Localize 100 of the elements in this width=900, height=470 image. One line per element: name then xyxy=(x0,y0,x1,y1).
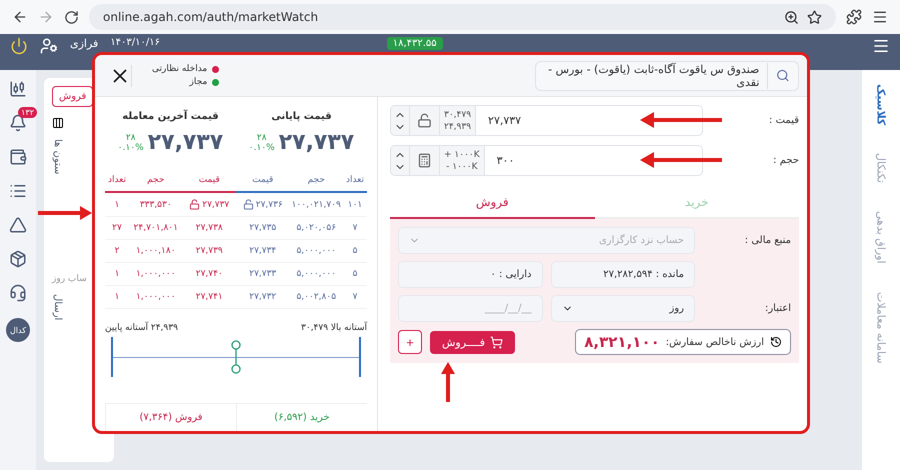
funding-label: منبع مالی : xyxy=(744,235,791,246)
day-label: ساب روز xyxy=(52,274,87,284)
columns-icon[interactable] xyxy=(52,117,64,129)
table-cell: ۱,۰۰۰,۰۰۰ xyxy=(129,263,182,286)
table-cell: ۲۴,۷۰۱,۸۰۱ xyxy=(129,217,182,240)
reload-icon[interactable] xyxy=(64,10,79,24)
candlestick-chart-icon[interactable] xyxy=(9,80,27,98)
columns-label[interactable]: ستون ها xyxy=(52,139,63,174)
list-icon[interactable] xyxy=(9,182,27,200)
menu-icon[interactable] xyxy=(872,37,890,55)
bookmark-star-icon[interactable] xyxy=(807,10,822,24)
table-cell: ۵ xyxy=(343,263,367,286)
remaining-field: مانده : ۲۷,۲۸۲,۵۹۴ xyxy=(550,261,695,288)
unlock-icon xyxy=(189,199,200,210)
change-percent: ۰.۱۰% xyxy=(248,142,275,152)
table-cell: ۵ xyxy=(343,240,367,263)
menu-icon[interactable] xyxy=(872,9,888,25)
table-cell: ۱ xyxy=(105,193,129,217)
table-cell: ۵,۰۰۰,۰۰۰ xyxy=(290,240,343,263)
annotation-arrow xyxy=(441,362,455,402)
box-icon[interactable] xyxy=(9,250,27,268)
lower-limit: ۲۴,۹۳۹ xyxy=(444,122,472,132)
notification-badge: ۱۳۲ xyxy=(18,107,37,118)
table-cell: ۲۷,۷۳۲ xyxy=(236,286,290,309)
table-cell: ۵,۰۲۰,۰۵۶ xyxy=(290,217,343,240)
lower-threshold: ۲۴,۹۳۹ آستانه پایین xyxy=(105,323,178,333)
power-icon[interactable] xyxy=(10,37,28,55)
index-value: ۱۸,۴۳۲.۵۵ xyxy=(386,37,443,50)
wallet-icon[interactable] xyxy=(9,148,27,166)
volume-label: حجم : xyxy=(772,155,799,166)
table-cell: ۷ xyxy=(343,286,367,309)
back-icon[interactable] xyxy=(12,9,28,25)
date-text: ۱۴۰۳/۱۰/۱۶ xyxy=(110,37,160,48)
table-cell: ۱ xyxy=(105,263,129,286)
table-cell: ۱ xyxy=(105,286,129,309)
history-icon xyxy=(770,336,782,348)
table-cell: ۲۷,۷۳۶ xyxy=(236,193,290,217)
price-label: قیمت : xyxy=(768,115,799,126)
assets-field: دارایی : ۰ xyxy=(398,261,542,288)
column-header: تعداد xyxy=(105,169,129,193)
add-button[interactable]: + xyxy=(398,330,422,354)
buy-total: خرید (۶,۵۹۲) xyxy=(236,404,367,431)
table-cell: ۲۷,۷۳۴ xyxy=(236,240,290,263)
table-cell: ۱۰۱ xyxy=(343,193,367,217)
sell-submit-button[interactable]: فــــروش xyxy=(430,330,515,354)
table-cell: ۵,۰۰۲,۸۰۵ xyxy=(290,286,343,309)
change-value: ۲۸ xyxy=(126,132,136,142)
user-settings-icon[interactable] xyxy=(40,37,58,55)
search-icon xyxy=(776,68,790,83)
change-value: ۲۸ xyxy=(256,132,267,142)
column-header: حجم xyxy=(129,169,182,193)
column-header: قیمت xyxy=(236,169,290,193)
table-cell: ۲۷,۷۳۸ xyxy=(182,217,236,240)
column-header: حجم xyxy=(290,169,343,193)
summary-price: ۲۷,۷۳۷ xyxy=(148,130,224,155)
summary-title: قیمت پایانی xyxy=(271,111,332,122)
validity-label: اعتبار: xyxy=(764,303,791,314)
price-field[interactable]: ۲۷,۷۳۷ ۳۰,۴۷۹ ۲۴,۹۳۹ xyxy=(390,105,703,136)
change-percent: ۰.۱۰% xyxy=(118,142,144,152)
extensions-icon[interactable] xyxy=(846,9,862,25)
unlock-icon[interactable] xyxy=(417,113,432,128)
bell-icon[interactable] xyxy=(9,114,27,132)
address-bar[interactable]: online.agah.com/auth/marketWatch xyxy=(89,4,836,30)
upper-threshold: آستانه بالا ۳۰,۴۷۹ xyxy=(301,323,367,333)
cart-icon xyxy=(490,336,503,348)
zoom-icon[interactable] xyxy=(784,10,799,24)
export-label[interactable]: ارسال xyxy=(52,294,63,321)
upper-limit: ۳۰,۴۷۹ xyxy=(444,110,472,120)
table-cell: ۲۷,۷۳۳ xyxy=(236,263,290,286)
summary-price: ۲۷,۷۳۷ xyxy=(278,130,354,155)
table-cell: ۲۷ xyxy=(105,217,129,240)
volume-field[interactable]: ۳۰۰ + ۱۰۰۰K - ۱۰۰۰K xyxy=(390,145,703,176)
summary-title: قیمت آخرین معامله xyxy=(122,111,219,122)
legend-label: مجاز xyxy=(190,77,208,87)
triangle-icon[interactable] xyxy=(9,216,27,234)
codal-button[interactable]: کدال xyxy=(6,318,30,342)
table-cell: ۲ xyxy=(105,240,129,263)
user-name: فرازی xyxy=(70,37,98,50)
vertical-tab[interactable]: کلاسیک xyxy=(874,84,888,126)
decrease-step[interactable]: - ۱۰۰۰K xyxy=(446,162,478,172)
table-cell: ۷ xyxy=(343,217,367,240)
table-cell: ۵,۰۰۰,۰۰۰ xyxy=(290,263,343,286)
table-cell: ۲۷,۷۴۰ xyxy=(182,263,236,286)
sell-button[interactable]: فروش xyxy=(52,86,94,107)
table-cell: ۲۷,۷۳۵ xyxy=(236,217,290,240)
table-cell: ۱۰۰,۰۲۱,۷۰۹ xyxy=(290,193,343,217)
table-cell: ۱,۰۰۰,۰۰۰ xyxy=(129,286,182,309)
increase-step[interactable]: + ۱۰۰۰K xyxy=(444,150,480,160)
calculator-icon[interactable] xyxy=(417,153,432,168)
column-header: تعداد xyxy=(343,169,367,193)
order-value-box: ارزش ناخالص سفارش: ۸,۳۲۱,۱۰۰ xyxy=(575,329,791,355)
table-cell: ۳۳۳,۵۳۰ xyxy=(129,193,182,217)
sell-total: فروش (۷,۳۶۴) xyxy=(105,404,236,431)
table-cell: ۲۷,۷۴۱ xyxy=(182,286,236,309)
headset-icon[interactable] xyxy=(9,284,27,302)
table-cell: ۱,۰۰۰,۱۸۰ xyxy=(129,240,182,263)
table-cell: ۲۷,۷۳۷ xyxy=(182,193,236,217)
validity-select[interactable]: روز xyxy=(550,295,695,322)
legend-label: مداخله نظارتی xyxy=(152,64,208,74)
search-field[interactable]: صندوق س یاقوت آگاه-ثابت (یاقوت) - بورس - نقدی xyxy=(535,60,799,90)
